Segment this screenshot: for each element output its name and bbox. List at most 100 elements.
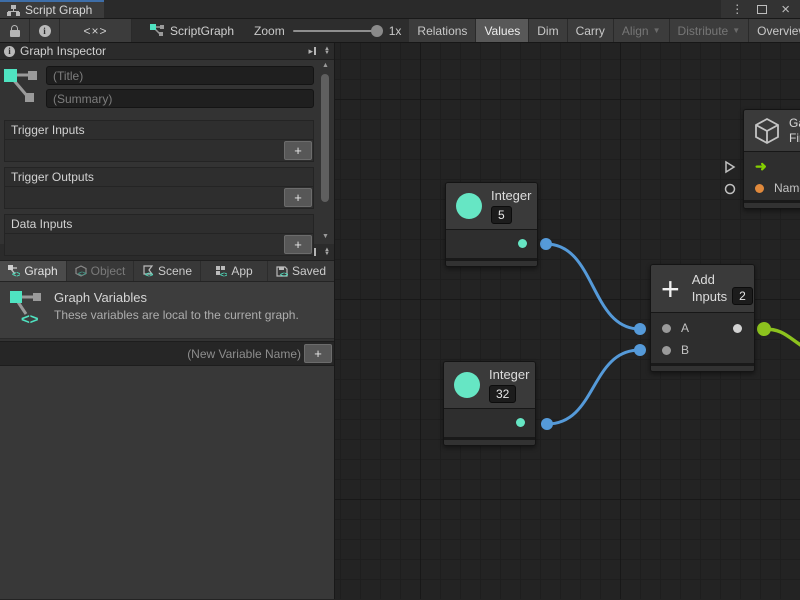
script-graph-window: Script Graph ⋮ × i <×> ScriptGra: [0, 0, 800, 600]
breadcrumb[interactable]: ScriptGraph: [132, 19, 246, 42]
distribute-button[interactable]: Distribute▼: [670, 19, 750, 42]
graph-summary-field[interactable]: [46, 89, 314, 108]
relations-button[interactable]: Relations: [409, 19, 476, 42]
value-port-stub[interactable]: [723, 182, 737, 196]
tab-app[interactable]: <> App: [201, 261, 267, 281]
flow-input-port[interactable]: ➜: [755, 159, 767, 173]
inspect-button[interactable]: i: [30, 19, 60, 42]
svg-text:<>: <>: [78, 271, 86, 277]
section-label: Trigger Inputs: [4, 120, 314, 139]
zoom-label: Zoom: [254, 24, 285, 38]
graph-inspector-header: i Graph Inspector ▸ ▲▼: [0, 43, 334, 60]
chevron-down-icon: ▼: [732, 26, 740, 35]
carry-button[interactable]: Carry: [568, 19, 614, 42]
overview-button[interactable]: Overview: [749, 19, 800, 42]
graph-title-field[interactable]: [46, 66, 314, 85]
new-variable-input[interactable]: [2, 344, 301, 363]
object-tab-icon: <>: [75, 265, 87, 277]
node-title: Add: [692, 272, 753, 287]
align-button[interactable]: Align▼: [614, 19, 670, 42]
wire-integer5-to-add-a[interactable]: [546, 244, 640, 329]
add-variable-button[interactable]: +: [304, 344, 332, 363]
data-inputs-list: +: [4, 233, 314, 256]
dock-icon[interactable]: ▸: [309, 46, 317, 57]
window-controls: ⋮ ×: [721, 0, 800, 18]
graph-variables-description: These variables are local to the current…: [54, 308, 299, 322]
add-trigger-output-button[interactable]: +: [284, 188, 312, 207]
graph-toolbar: i <×> ScriptGraph Zoom 1x Relations Valu…: [0, 19, 800, 43]
node-title: Integer: [489, 367, 529, 382]
tab-saved[interactable]: <> Saved: [268, 261, 334, 281]
port-label: Name: [774, 181, 800, 195]
output-port[interactable]: [733, 324, 742, 333]
panel-scroll-arrows[interactable]: ▲▼: [324, 47, 330, 55]
graph-inspector-content: Trigger Inputs + Trigger Outputs + Data …: [0, 60, 334, 244]
wire-endpoint[interactable]: [541, 418, 553, 430]
app-tab-icon: <>: [215, 265, 227, 277]
titlebar-spacer: [104, 0, 721, 18]
tab-graph[interactable]: <> Graph: [0, 261, 66, 281]
node-integer-32[interactable]: Integer 32: [443, 361, 536, 446]
close-icon[interactable]: ×: [781, 2, 790, 17]
port-label: A: [681, 321, 689, 335]
integer-value-field[interactable]: 32: [489, 385, 516, 403]
node-integer-5[interactable]: Integer 5: [445, 182, 538, 267]
scrollbar-thumb[interactable]: [321, 74, 329, 202]
node-footer: [651, 363, 754, 371]
node-gameobject-find[interactable]: GameObject Find ➜ Name: [743, 109, 800, 209]
zoom-slider-handle[interactable]: [371, 25, 383, 37]
inputs-label: Inputs: [692, 289, 727, 304]
panel-scroll-arrows[interactable]: ▲▼: [324, 248, 330, 256]
input-port-a[interactable]: [662, 324, 671, 333]
flow-port-stub[interactable]: [723, 160, 737, 174]
lock-button[interactable]: [0, 19, 30, 42]
inputs-count-field[interactable]: 2: [732, 287, 753, 305]
output-port[interactable]: [516, 418, 525, 427]
output-port[interactable]: [518, 239, 527, 248]
maximize-icon[interactable]: [757, 5, 767, 14]
svg-text:<>: <>: [145, 272, 153, 277]
blackboard-tabs: <> Graph <> Object <> Scene: [0, 261, 334, 282]
cube-icon: [754, 117, 780, 145]
node-footer: [444, 437, 535, 445]
wire-endpoint[interactable]: [634, 323, 646, 335]
variables-button[interactable]: <×>: [60, 19, 132, 42]
wire-endpoint[interactable]: [757, 322, 771, 336]
window-menu-icon[interactable]: ⋮: [731, 3, 743, 15]
dim-button[interactable]: Dim: [529, 19, 567, 42]
node-title: GameObject: [789, 116, 800, 131]
scroll-up-icon[interactable]: ▲: [320, 62, 331, 69]
graph-variables-info: <> Graph Variables These variables are l…: [0, 282, 334, 339]
graph-variables-title: Graph Variables: [54, 290, 299, 305]
node-footer: [744, 200, 800, 208]
section-label: Trigger Outputs: [4, 167, 314, 186]
chevron-down-icon: ▼: [653, 26, 661, 35]
breadcrumb-label: ScriptGraph: [170, 24, 234, 38]
tab-scene[interactable]: <> Scene: [134, 261, 200, 281]
side-panel: i Graph Inspector ▸ ▲▼: [0, 43, 335, 599]
tab-script-graph[interactable]: Script Graph: [0, 0, 104, 18]
tab-object[interactable]: <> Object: [67, 261, 133, 281]
input-port-b[interactable]: [662, 346, 671, 355]
graph-tree-icon: [7, 5, 20, 16]
integer-value-field[interactable]: 5: [491, 206, 512, 224]
values-button[interactable]: Values: [476, 19, 529, 42]
wire-endpoint[interactable]: [634, 344, 646, 356]
integer-type-icon: [454, 372, 480, 398]
zoom-control: Zoom 1x: [246, 19, 409, 42]
name-input-port[interactable]: [755, 184, 764, 193]
node-add[interactable]: + Add Inputs 2 A: [650, 264, 755, 372]
wire-integer32-to-add-b[interactable]: [547, 350, 640, 424]
saved-tab-icon: <>: [276, 265, 288, 277]
graph-canvas[interactable]: Integer 5 Integer 32: [335, 43, 800, 599]
new-variable-row: +: [0, 341, 334, 366]
inspector-scrollbar[interactable]: ▲ ▼: [319, 62, 332, 240]
add-trigger-input-button[interactable]: +: [284, 141, 312, 160]
node-title: Integer: [491, 188, 531, 203]
node-subtitle: Find: [789, 131, 800, 146]
wire-endpoint[interactable]: [540, 238, 552, 250]
svg-text:<>: <>: [220, 272, 227, 277]
zoom-slider[interactable]: [293, 30, 381, 32]
scroll-down-icon[interactable]: ▼: [320, 233, 331, 240]
add-data-input-button[interactable]: +: [284, 235, 312, 254]
